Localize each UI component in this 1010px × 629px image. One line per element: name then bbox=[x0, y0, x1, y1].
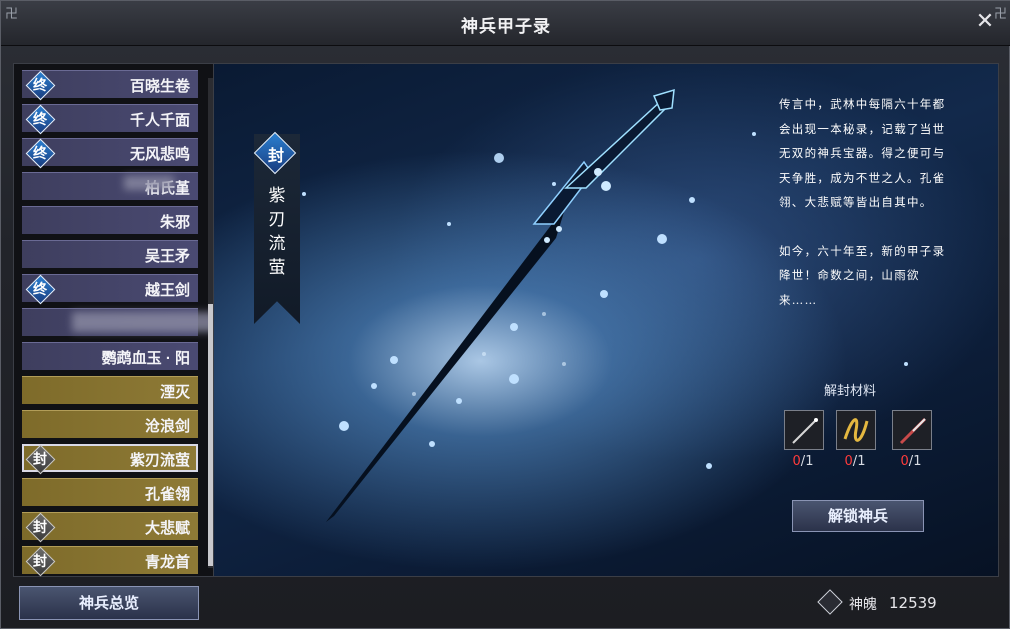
badge-label: 封 bbox=[33, 520, 47, 536]
sealed-badge-icon: 封 bbox=[25, 546, 56, 577]
weapon-name: 青龙首 bbox=[144, 554, 190, 571]
currency-label: 神魄 bbox=[849, 597, 877, 613]
weapon-lore: 传言中，武林中每隔六十年都会出现一本秘录，记载了当世无双的神兵宝器。得之便可与天… bbox=[779, 92, 949, 336]
final-badge-icon: 终 bbox=[25, 274, 56, 305]
selected-weapon-name: 紫 刃 流 萤 bbox=[268, 186, 286, 278]
red-blade-icon[interactable] bbox=[892, 410, 932, 450]
weapon-overview-button[interactable]: 神兵总览 bbox=[19, 586, 199, 620]
weapon-list-item[interactable]: 封 大悲赋 bbox=[22, 512, 198, 543]
badge-label: 终 bbox=[33, 282, 47, 298]
unlock-weapon-button[interactable]: 解锁神兵 bbox=[792, 500, 924, 532]
spirit-soul-icon bbox=[817, 589, 843, 615]
game-window: 卍 卍 神兵甲子录 ✕ 终百晓生卷终千人千面终无风悲鸣柏氏堇朱邪吴王矛终越王剑鹦… bbox=[0, 0, 1010, 629]
weapon-list-item[interactable]: 湮灭 bbox=[22, 376, 198, 404]
weapon-list-item[interactable]: 终 百晓生卷 bbox=[22, 70, 198, 101]
weapon-name: 湮灭 bbox=[159, 384, 190, 401]
weapon-list-item[interactable]: 鹦鹉血玉 · 阳 bbox=[22, 342, 198, 370]
weapon-name: 孔雀翎 bbox=[144, 486, 190, 503]
needle-icon[interactable] bbox=[784, 410, 824, 450]
lore-paragraph: 如今，六十年至，新的甲子录降世！命数之间，山雨欲来…… bbox=[779, 243, 946, 307]
badge-label: 终 bbox=[33, 146, 47, 162]
weapon-list-item[interactable]: 终 无风悲鸣 bbox=[22, 138, 198, 169]
close-icon[interactable]: ✕ bbox=[973, 9, 997, 35]
redacted-mark bbox=[72, 312, 222, 332]
material-count: 0/1 bbox=[792, 454, 814, 469]
title-bar: 卍 卍 神兵甲子录 ✕ bbox=[1, 1, 1010, 46]
weapon-list-item[interactable]: 朱邪 bbox=[22, 206, 198, 234]
material-count: 0/1 bbox=[900, 454, 922, 469]
sealed-badge-icon: 封 bbox=[25, 444, 56, 475]
weapon-showcase: 封 紫 刃 流 萤 传言中，武林中每隔六十年都会出现一本秘录，记载了当世无双的神… bbox=[213, 63, 999, 577]
currency-value: 12539 bbox=[889, 594, 937, 612]
weapon-name: 百晓生卷 bbox=[129, 78, 190, 95]
weapon-name: 沧浪剑 bbox=[144, 418, 190, 435]
final-badge-icon: 终 bbox=[25, 70, 56, 101]
materials-title: 解封材料 bbox=[824, 384, 877, 399]
weapon-list-item[interactable]: 孔雀翎 bbox=[22, 478, 198, 506]
badge-label: 终 bbox=[33, 112, 47, 128]
window-title: 神兵甲子录 bbox=[461, 17, 551, 37]
weapon-list-item[interactable]: 吴王矛 bbox=[22, 240, 198, 268]
weapon-name: 越王剑 bbox=[144, 282, 190, 299]
badge-label: 封 bbox=[33, 554, 47, 570]
redacted-mark bbox=[124, 176, 174, 190]
material-count: 0/1 bbox=[844, 454, 866, 469]
sealed-badge-label: 封 bbox=[267, 146, 284, 165]
badge-label: 终 bbox=[33, 78, 47, 94]
weapon-name: 无风悲鸣 bbox=[129, 146, 190, 163]
weapon-list: 终百晓生卷终千人千面终无风悲鸣柏氏堇朱邪吴王矛终越王剑鹦鹉血玉 · 阳湮灭沧浪剑… bbox=[13, 63, 222, 577]
weapon-list-item[interactable]: 封 青龙首 bbox=[22, 546, 198, 577]
weapon-list-item[interactable]: 沧浪剑 bbox=[22, 410, 198, 438]
weapon-name: 鹦鹉血玉 · 阳 bbox=[101, 350, 190, 367]
golden-ribbon-icon[interactable] bbox=[836, 410, 876, 450]
weapon-name: 吴王矛 bbox=[144, 248, 190, 265]
weapon-list-item[interactable]: 终 越王剑 bbox=[22, 274, 198, 305]
final-badge-icon: 终 bbox=[25, 138, 56, 169]
sealed-badge-icon: 封 bbox=[25, 512, 56, 543]
weapon-name: 千人千面 bbox=[129, 112, 190, 129]
final-badge-icon: 终 bbox=[25, 104, 56, 135]
badge-label: 封 bbox=[33, 452, 47, 468]
weapon-name: 朱邪 bbox=[159, 214, 190, 231]
weapon-list-item[interactable]: 封 紫刃流萤 bbox=[22, 444, 198, 475]
lore-paragraph: 传言中，武林中每隔六十年都会出现一本秘录，记载了当世无双的神兵宝器。得之便可与天… bbox=[779, 97, 946, 209]
weapon-name: 大悲赋 bbox=[144, 520, 190, 537]
weapon-name: 紫刃流萤 bbox=[129, 452, 190, 469]
weapon-list-item[interactable]: 终 千人千面 bbox=[22, 104, 198, 135]
